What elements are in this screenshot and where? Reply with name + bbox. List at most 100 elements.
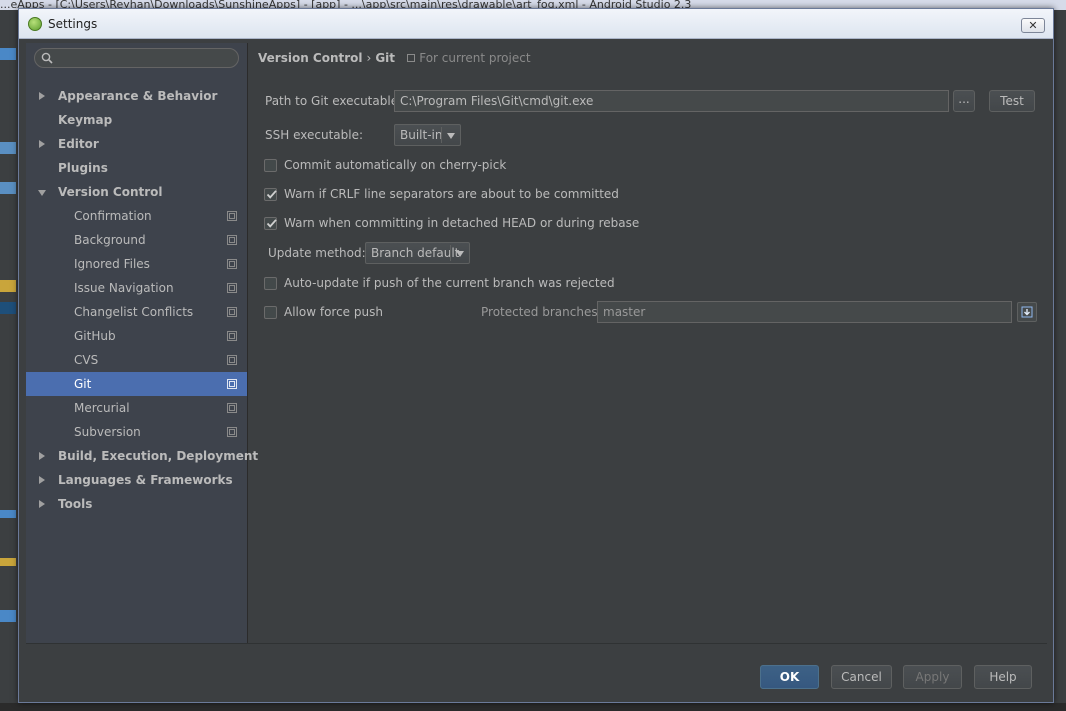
folder-icon [0, 280, 16, 292]
tree-item-tools[interactable]: Tools [26, 492, 247, 516]
checkmark-icon [266, 190, 277, 199]
update-method-value: Branch default [371, 246, 460, 260]
tree-item-issue-navigation[interactable]: Issue Navigation [26, 276, 247, 300]
ide-status-bar [0, 703, 1066, 711]
auto-update-checkbox[interactable] [264, 277, 277, 290]
project-level-icon [227, 427, 237, 437]
project-level-icon [227, 259, 237, 269]
git-path-label: Path to Git executable: [265, 94, 403, 108]
breadcrumb-section[interactable]: Version Control [258, 51, 363, 65]
ssh-executable-label: SSH executable: [265, 128, 363, 142]
breadcrumb-page: Git [375, 51, 396, 65]
protected-branches-label: Protected branches: [481, 305, 602, 319]
tree-item-background[interactable]: Background [26, 228, 247, 252]
tree-item-github[interactable]: GitHub [26, 324, 247, 348]
cherry-pick-checkbox[interactable] [264, 159, 277, 172]
tree-item-keymap[interactable]: Keymap [26, 108, 247, 132]
tree-item-cvs[interactable]: CVS [26, 348, 247, 372]
chevron-down-icon [447, 133, 455, 139]
tree-item-mercurial[interactable]: Mercurial [26, 396, 247, 420]
help-button[interactable]: Help [974, 665, 1032, 689]
apply-button[interactable]: Apply [903, 665, 962, 689]
chevron-right-icon[interactable] [39, 140, 45, 148]
tree-item-label: Plugins [58, 161, 108, 175]
tree-item-editor[interactable]: Editor [26, 132, 247, 156]
scope-label: For current project [419, 51, 531, 65]
project-level-icon [227, 331, 237, 341]
breadcrumb: Version Control › Git For current project [258, 51, 531, 65]
tree-item-ignored-files[interactable]: Ignored Files [26, 252, 247, 276]
ok-button[interactable]: OK [760, 665, 819, 689]
project-scope-icon [407, 54, 416, 62]
git-path-field[interactable]: C:\Program Files\Git\cmd\git.exe [394, 90, 949, 112]
folder-icon [0, 182, 16, 194]
close-icon: ✕ [1028, 19, 1038, 32]
chevron-right-icon[interactable] [39, 500, 45, 508]
close-button[interactable]: ✕ [1021, 18, 1045, 33]
tree-item-label: Languages & Frameworks [58, 473, 233, 487]
project-icon [0, 48, 16, 60]
tree-item-version-control[interactable]: Version Control [26, 180, 247, 204]
settings-tree: Appearance & Behavior Keymap Editor Plugins… [26, 43, 258, 643]
tree-item-label: Background [74, 233, 146, 247]
scope-indicator: For current project [407, 51, 531, 65]
tree-item-label: Confirmation [74, 209, 152, 223]
tree-item-languages-frameworks[interactable]: Languages & Frameworks [26, 468, 247, 492]
checkmark-icon [266, 219, 277, 228]
tree-item-label: Build, Execution, Deployment [58, 449, 259, 463]
tree-item-appearance-behavior[interactable]: Appearance & Behavior [26, 84, 247, 108]
settings-dialog: Settings ✕ Appearance & Behavior Keymap Ed… [18, 8, 1054, 703]
project-level-icon [227, 403, 237, 413]
expand-field-icon [1021, 306, 1033, 318]
chevron-right-icon[interactable] [39, 476, 45, 484]
cherry-pick-label: Commit automatically on cherry-pick [284, 158, 507, 172]
chevron-right-icon[interactable] [39, 452, 45, 460]
tree-item-git[interactable]: Git [26, 372, 247, 396]
tree-item-subversion[interactable]: Subversion [26, 420, 247, 444]
tree-item-label: Git [74, 377, 92, 391]
tree-item-label: Issue Navigation [74, 281, 174, 295]
tree-item-label: Subversion [74, 425, 141, 439]
protected-branches-editor-button[interactable] [1017, 302, 1037, 322]
android-studio-icon [28, 17, 42, 31]
ide-left-toolbar [0, 10, 20, 710]
tree-item-label: GitHub [74, 329, 116, 343]
warn-detached-label: Warn when committing in detached HEAD or… [284, 216, 640, 230]
toolbar-icon [0, 558, 16, 566]
chevron-right-icon[interactable] [39, 92, 45, 100]
browse-button[interactable]: ... [953, 90, 975, 112]
tree-item-label: CVS [74, 353, 99, 367]
chevron-down-icon[interactable] [38, 190, 46, 196]
protected-branches-field[interactable]: master [597, 301, 1012, 323]
tree-item-label: Keymap [58, 113, 113, 127]
update-method-select[interactable]: Branch default [365, 242, 470, 264]
force-push-checkbox[interactable] [264, 306, 277, 319]
tree-item-plugins[interactable]: Plugins [26, 156, 247, 180]
project-level-icon [227, 283, 237, 293]
tree-item-build-execution-deployment[interactable]: Build, Execution, Deployment [26, 444, 258, 468]
search-box[interactable] [34, 48, 239, 68]
tree-item-label: Ignored Files [74, 257, 150, 271]
tree-item-confirmation[interactable]: Confirmation [26, 204, 247, 228]
project-level-icon [227, 355, 237, 365]
force-push-label: Allow force push [284, 305, 383, 319]
ssh-executable-value: Built-in [400, 128, 443, 142]
cancel-button[interactable]: Cancel [831, 665, 892, 689]
ssh-executable-select[interactable]: Built-in [394, 124, 461, 146]
warn-detached-checkbox[interactable] [264, 217, 277, 230]
warn-crlf-checkbox[interactable] [264, 188, 277, 201]
tree-item-label: Mercurial [74, 401, 130, 415]
selected-row-marker [0, 302, 16, 314]
test-button[interactable]: Test [989, 90, 1035, 112]
tree-item-label: Tools [58, 497, 93, 511]
filter-icon [0, 610, 16, 622]
footer-divider [26, 643, 1047, 644]
tree-item-changelist-conflicts[interactable]: Changelist Conflicts [26, 300, 247, 324]
tree-item-label: Version Control [58, 185, 163, 199]
folder-icon [0, 142, 16, 154]
project-level-icon [227, 235, 237, 245]
warn-crlf-label: Warn if CRLF line separators are about t… [284, 187, 619, 201]
toolbar-icon [0, 510, 16, 518]
breadcrumb-separator: › [366, 51, 372, 65]
search-input[interactable] [57, 51, 237, 67]
